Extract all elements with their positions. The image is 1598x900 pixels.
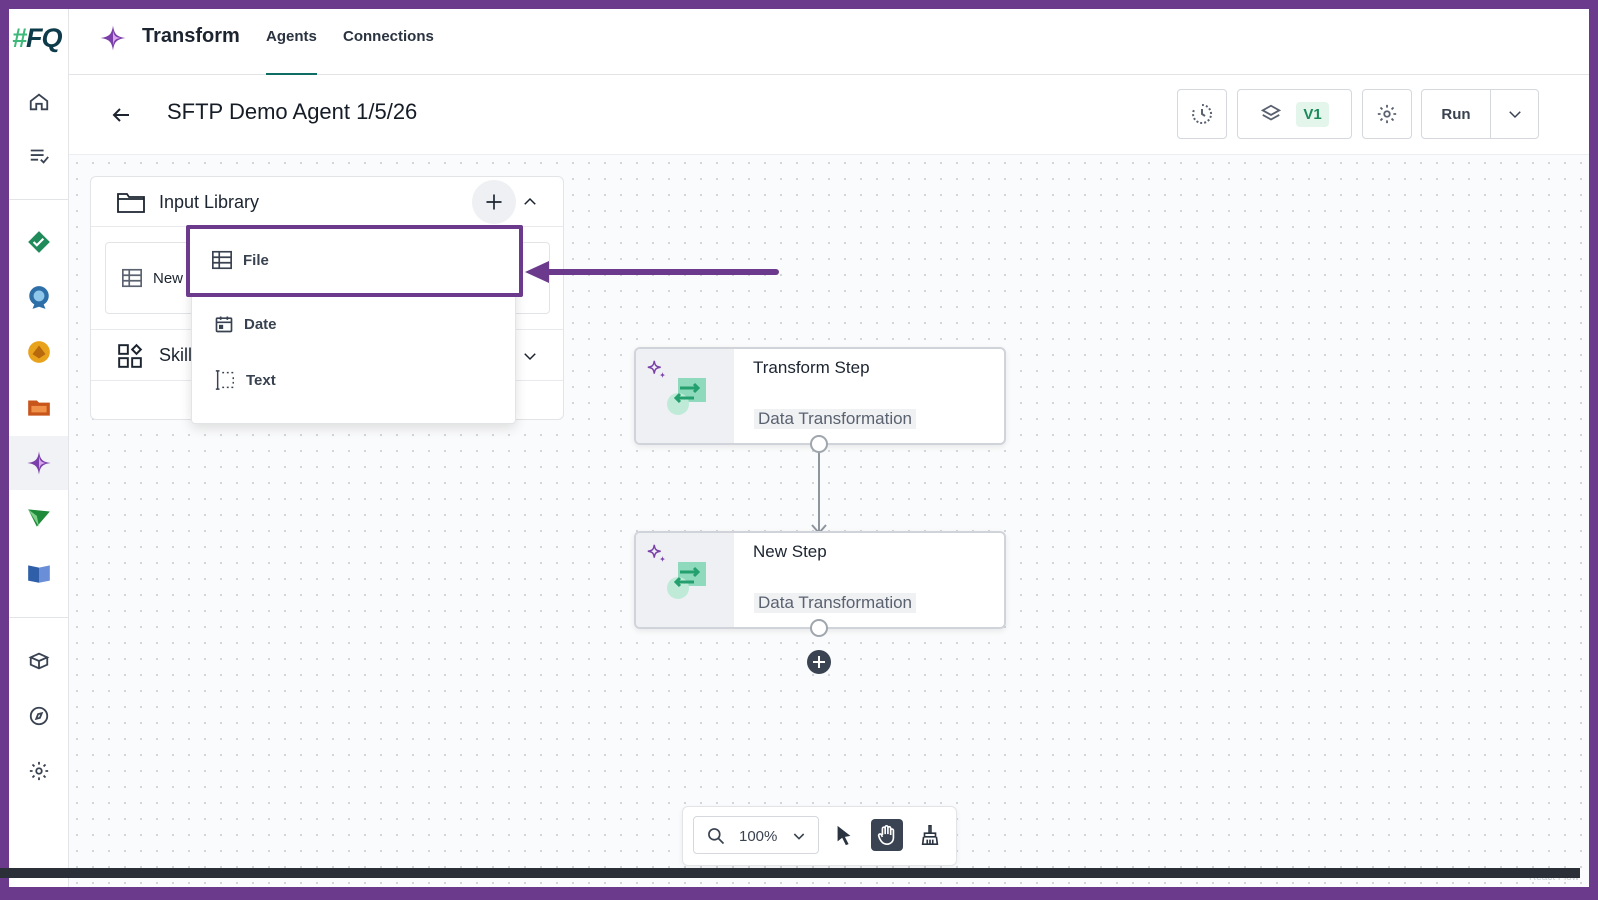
app-title: Transform bbox=[142, 25, 240, 47]
shapes-grid-icon bbox=[117, 343, 143, 374]
search-icon bbox=[708, 828, 725, 845]
flow-node-new-step[interactable]: New Step Data Transformation bbox=[634, 531, 1006, 629]
new-input-label: New bbox=[153, 270, 184, 287]
menu-item-label: File bbox=[243, 251, 269, 269]
flow-node-transform-step[interactable]: Transform Step Data Transformation bbox=[634, 347, 1006, 445]
node-subtitle: Data Transformation bbox=[754, 593, 917, 613]
transform-arrows-icon bbox=[667, 562, 706, 599]
folder-icon bbox=[117, 191, 145, 218]
checklist-app-icon[interactable] bbox=[9, 215, 68, 269]
broom-icon bbox=[921, 825, 939, 845]
chevron-down-icon bbox=[1508, 111, 1521, 119]
transform-arrows-icon bbox=[667, 378, 706, 415]
book-app-icon[interactable] bbox=[9, 546, 68, 600]
gear-icon[interactable] bbox=[9, 744, 68, 798]
hand-icon bbox=[877, 825, 895, 845]
hand-tool-button[interactable] bbox=[871, 819, 903, 851]
back-arrow-icon[interactable] bbox=[109, 103, 133, 132]
add-input-button[interactable] bbox=[472, 180, 516, 224]
menu-item-file-highlight[interactable]: File bbox=[186, 225, 523, 297]
edge-connector bbox=[811, 451, 827, 535]
run-options-button[interactable] bbox=[1491, 90, 1538, 138]
menu-item-file[interactable]: File bbox=[211, 249, 269, 271]
app-window: #FQ Transform Agents Connections SFTP De… bbox=[9, 9, 1589, 887]
history-button[interactable] bbox=[1177, 89, 1227, 139]
menu-item-label: Text bbox=[246, 371, 276, 389]
menu-item-label: Date bbox=[244, 315, 277, 333]
pointer-tool-button[interactable] bbox=[828, 819, 860, 851]
node-output-handle[interactable] bbox=[810, 435, 828, 453]
page-header: SFTP Demo Agent 1/5/26 V1 Run bbox=[69, 75, 1589, 155]
page-title: SFTP Demo Agent 1/5/26 bbox=[167, 99, 418, 124]
text-cursor-icon bbox=[215, 370, 234, 390]
node-icon-area bbox=[636, 349, 734, 443]
run-split-button: Run bbox=[1421, 89, 1539, 139]
window-bottom-edge bbox=[0, 868, 1580, 878]
node-output-handle[interactable] bbox=[810, 619, 828, 637]
node-icon-area bbox=[636, 533, 734, 627]
node-title: New Step bbox=[753, 542, 827, 561]
menu-item-date[interactable]: Date bbox=[192, 296, 515, 352]
annotation-arrow bbox=[525, 261, 779, 283]
exchange-app-icon[interactable] bbox=[9, 325, 68, 379]
chevron-down-icon bbox=[793, 833, 805, 840]
transform-sparkle-icon bbox=[98, 23, 128, 58]
home-icon[interactable] bbox=[9, 75, 68, 129]
chevron-down-icon[interactable] bbox=[521, 347, 539, 370]
tab-agents[interactable]: Agents bbox=[266, 28, 317, 75]
clear-canvas-button[interactable] bbox=[914, 819, 946, 851]
left-rail: #FQ bbox=[9, 9, 69, 887]
history-icon bbox=[1192, 103, 1213, 124]
plus-icon bbox=[486, 194, 502, 210]
chevron-up-icon[interactable] bbox=[521, 193, 539, 216]
compass-icon[interactable] bbox=[9, 689, 68, 743]
transform-sparkle-icon[interactable] bbox=[9, 436, 68, 490]
input-library-title: Input Library bbox=[159, 192, 260, 212]
settings-button[interactable] bbox=[1362, 89, 1412, 139]
calendar-icon bbox=[215, 316, 233, 333]
gear-icon bbox=[1377, 104, 1397, 124]
version-button[interactable]: V1 bbox=[1237, 89, 1352, 139]
canvas-toolbar: 100% bbox=[682, 806, 957, 866]
sparkle-icon bbox=[647, 360, 666, 379]
shield-badge-app-icon[interactable] bbox=[9, 270, 68, 324]
add-step-icon[interactable] bbox=[807, 650, 831, 674]
package-icon[interactable] bbox=[9, 634, 68, 688]
cursor-arrow-icon bbox=[837, 825, 851, 846]
layers-icon bbox=[1261, 104, 1282, 121]
run-button[interactable]: Run bbox=[1422, 90, 1491, 138]
run-label: Run bbox=[1441, 105, 1471, 123]
zoom-select[interactable]: 100% bbox=[693, 816, 819, 854]
send-app-icon[interactable] bbox=[9, 491, 68, 545]
table-icon bbox=[212, 250, 232, 270]
node-subtitle: Data Transformation bbox=[754, 409, 917, 429]
input-library-header: Input Library bbox=[91, 177, 563, 227]
menu-item-text[interactable]: Text bbox=[192, 352, 515, 408]
brand-logo[interactable]: #FQ bbox=[12, 23, 63, 54]
skills-label: Skill bbox=[159, 345, 193, 365]
node-title: Transform Step bbox=[753, 358, 870, 377]
version-badge: V1 bbox=[1296, 101, 1329, 127]
zoom-level: 100% bbox=[739, 828, 778, 845]
tab-connections[interactable]: Connections bbox=[343, 28, 434, 45]
folder-app-icon[interactable] bbox=[9, 380, 68, 434]
table-icon bbox=[121, 267, 143, 294]
sparkle-icon bbox=[647, 544, 666, 563]
top-bar: Transform Agents Connections bbox=[69, 9, 1589, 75]
task-list-icon[interactable] bbox=[9, 129, 68, 183]
